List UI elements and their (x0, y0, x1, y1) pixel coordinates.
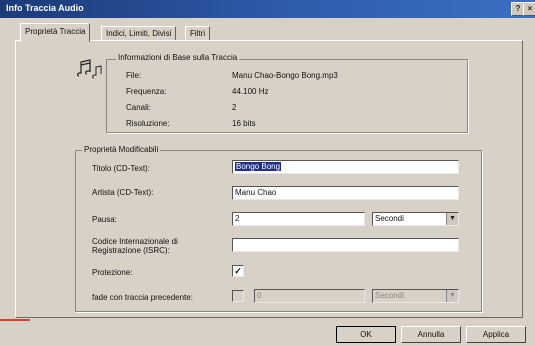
pause-unit-value: Secondi (375, 214, 404, 223)
base-info-legend: Informazioni di Base sulla Traccia (116, 53, 240, 62)
artist-field-label: Artista (CD-Text): (92, 188, 154, 197)
fade-unit-select[interactable]: Secondi ▼ (372, 289, 459, 303)
protection-label: Protezione: (92, 268, 133, 277)
frequency-value: 44.100 Hz (232, 87, 269, 96)
pause-unit-select[interactable]: Secondi ▼ (372, 212, 459, 226)
close-icon[interactable]: × (523, 2, 535, 16)
editable-properties-group (75, 150, 482, 312)
artist-input[interactable]: Manu Chao (232, 186, 459, 200)
cancel-button[interactable]: Annulla (401, 326, 461, 343)
isrc-input[interactable] (232, 238, 459, 252)
file-value: Manu Chao-Bongo Bong.mp3 (232, 71, 338, 80)
isrc-label-line2: Registrazione (ISRC): (92, 246, 170, 255)
fade-checkbox[interactable] (232, 290, 244, 302)
apply-button[interactable]: Applica (466, 326, 526, 343)
protection-checkbox[interactable]: ✓ (232, 265, 244, 277)
tab-indexes-limits[interactable]: Indici, Limiti, Divisi (101, 26, 177, 41)
ok-button[interactable]: OK (336, 326, 396, 343)
resolution-label: Risoluzione: (126, 119, 170, 128)
fade-label: fade con traccia precedente: (92, 293, 193, 302)
file-label: File: (126, 71, 142, 80)
title-input[interactable]: Bongo Bong (232, 160, 459, 174)
tab-track-properties[interactable]: Proprietà Traccia (20, 23, 91, 42)
frequency-label: Frequenza: (126, 87, 167, 96)
channels-value: 2 (232, 103, 237, 112)
fade-input[interactable]: 0 (254, 289, 365, 303)
chevron-down-icon[interactable]: ▼ (446, 213, 458, 225)
resolution-value: 16 bits (232, 119, 256, 128)
fade-unit-value: Secondi (375, 291, 404, 300)
title-input-value: Bongo Bong (235, 162, 282, 171)
decorative-line (0, 319, 30, 321)
pause-input[interactable]: 2 (232, 212, 365, 226)
title-bar: Info Traccia Audio ? × (0, 0, 535, 18)
pause-field-label: Pausa: (92, 215, 117, 224)
window-title: Info Traccia Audio (6, 3, 84, 13)
channels-label: Canali: (126, 103, 151, 112)
audio-file-icon (77, 59, 102, 79)
isrc-label-line1: Codice Internazionale di (92, 237, 178, 246)
title-field-label: Titolo (CD-Text): (92, 164, 150, 173)
editable-properties-legend: Proprietà Modificabili (82, 145, 161, 154)
chevron-down-icon[interactable]: ▼ (446, 290, 458, 302)
tab-filters[interactable]: Filtri (185, 26, 211, 41)
